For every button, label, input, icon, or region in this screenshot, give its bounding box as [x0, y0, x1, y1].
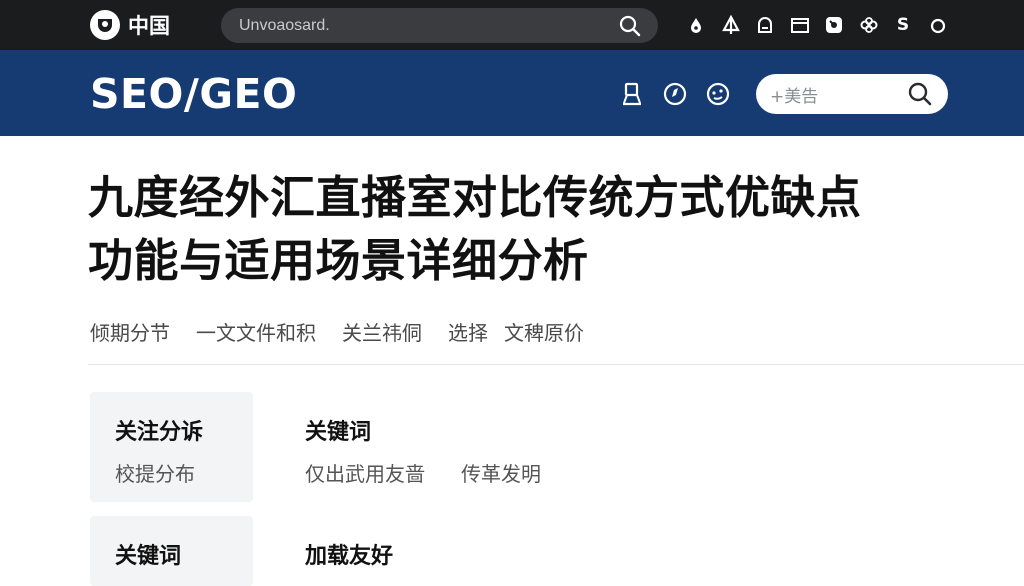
top-icon-group: S — [684, 13, 960, 37]
info-content-values: 仅出武用友啬 传革发明 — [305, 458, 577, 487]
settings-icon[interactable] — [822, 13, 846, 37]
article-title-line-1: 九度经外汇直播室对比传统方式优缺点 — [88, 171, 862, 224]
article-meta: 倾期分节 一文文件和积 关兰祎侗 选择 文稗原价 — [90, 316, 610, 346]
info-label-title: 关注分诉 — [115, 420, 204, 445]
dashboard-icon[interactable] — [705, 81, 731, 107]
drop-icon[interactable] — [684, 13, 708, 37]
header-search-input[interactable]: +美告 — [770, 82, 907, 107]
site-header: SEO/GEO +美告 — [0, 50, 1024, 136]
article-title: 九度经外汇直播室对比传统方式优缺点 功能与适用场景详细分析 — [88, 166, 988, 292]
tree-icon[interactable] — [719, 13, 743, 37]
user-icon[interactable] — [619, 81, 645, 107]
info-label-cell: 关注分诉 校提分布 — [90, 392, 253, 502]
compass-icon[interactable] — [662, 81, 688, 107]
divider — [88, 364, 1024, 365]
keyword-tag[interactable]: 仅出武用友啬 — [305, 458, 425, 487]
info-row: 关注分诉 校提分布 关键词 仅出武用友啬 传革发明 — [90, 392, 1024, 502]
search-icon[interactable] — [907, 81, 933, 107]
chat-icon[interactable] — [753, 13, 777, 37]
info-label-title: 关键词 — [115, 544, 182, 569]
ring-icon[interactable] — [926, 13, 950, 37]
info-label-subtitle: 校提分布 — [115, 462, 195, 486]
header-search-bar[interactable]: +美告 — [756, 74, 948, 114]
flower-icon[interactable] — [857, 13, 881, 37]
info-content-title: 加载友好 — [305, 544, 394, 569]
keyword-tag[interactable]: 传革发明 — [461, 458, 541, 487]
top-search-input[interactable]: Unvoaosard. — [239, 17, 618, 35]
top-search-bar[interactable]: Unvoaosard. — [221, 8, 658, 43]
info-content-title: 关键词 — [305, 420, 372, 445]
meta-item[interactable]: 文稗原价 — [504, 317, 584, 346]
top-bar: 中国 Unvoaosard. S — [0, 0, 1024, 50]
site-title[interactable]: SEO/GEO — [90, 70, 297, 118]
brand[interactable]: 中国 — [90, 9, 170, 41]
brand-logo-icon — [90, 10, 120, 40]
s-icon[interactable]: S — [891, 13, 915, 37]
meta-item[interactable]: 选择 — [448, 317, 488, 346]
article-title-line-2: 功能与适用场景详细分析 — [88, 234, 589, 287]
brand-name: 中国 — [128, 14, 170, 38]
window-icon[interactable] — [788, 13, 812, 37]
meta-item[interactable]: 倾期分节 — [90, 317, 170, 346]
search-icon[interactable] — [618, 14, 642, 38]
meta-item[interactable]: 一文文件和积 — [196, 317, 316, 346]
header-icon-group — [619, 82, 748, 106]
meta-item[interactable]: 关兰祎侗 — [342, 317, 422, 346]
